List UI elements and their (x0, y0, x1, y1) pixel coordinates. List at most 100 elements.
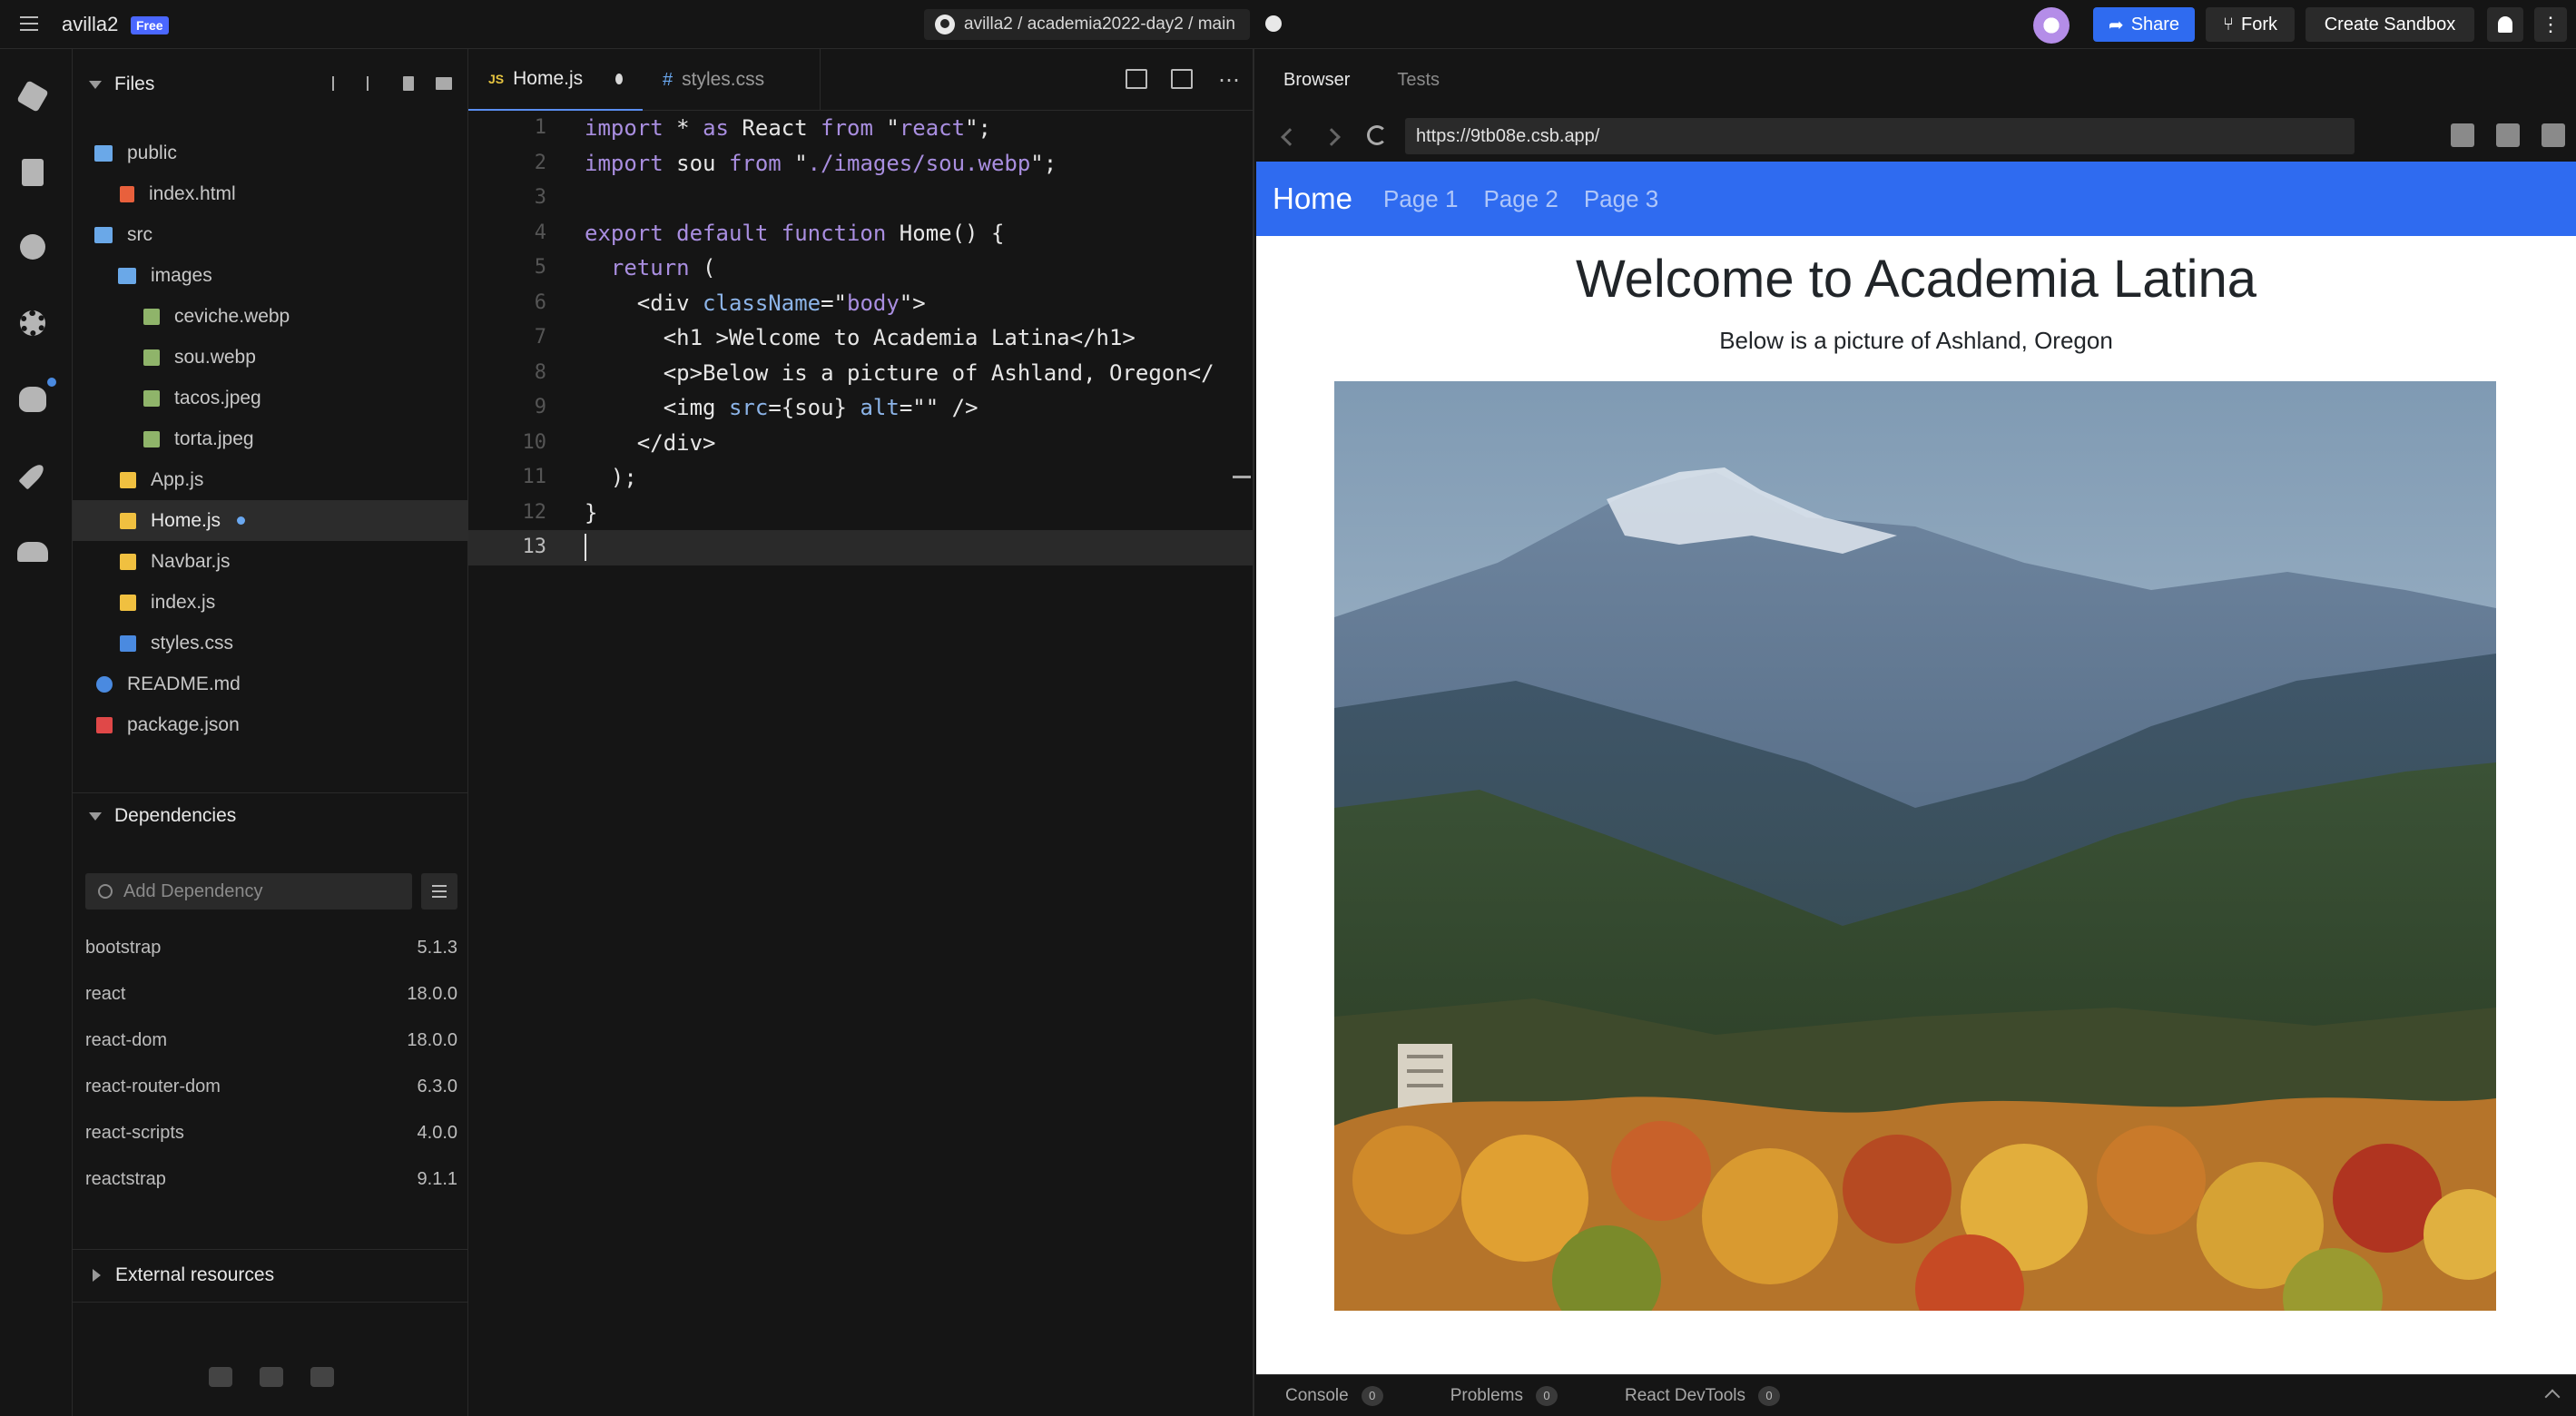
tree-item-ceviche[interactable]: ceviche.webp (73, 296, 468, 337)
sort-up-icon[interactable] (367, 76, 369, 91)
share-button[interactable]: ➦ Share (2093, 7, 2195, 42)
tree-item-src[interactable]: src (73, 214, 468, 255)
users-icon[interactable] (16, 536, 49, 568)
dependency-name: reactstrap (85, 1168, 166, 1189)
add-dependency-input[interactable] (123, 880, 396, 902)
fork-button[interactable]: ⑂ Fork (2206, 7, 2295, 42)
tree-item-label: tacos.jpeg (174, 387, 261, 408)
avatar[interactable] (2033, 7, 2070, 44)
search-icon[interactable] (16, 231, 49, 263)
text-cursor (585, 534, 586, 561)
tree-item-navbar-js[interactable]: Navbar.js (73, 541, 468, 582)
twitter-icon[interactable] (209, 1367, 232, 1387)
gear-icon[interactable] (16, 307, 49, 339)
nav-link-page-3[interactable]: Page 3 (1584, 185, 1658, 213)
forward-icon[interactable] (1322, 128, 1341, 146)
dependency-row[interactable]: react 18.0.0 (85, 976, 457, 1012)
new-folder-icon[interactable] (436, 77, 452, 90)
dependency-version: 18.0.0 (407, 1029, 457, 1050)
menu-icon[interactable] (20, 16, 38, 33)
tree-item-app-js[interactable]: App.js (73, 459, 468, 500)
refresh-icon[interactable] (1367, 125, 1387, 145)
nav-link-page-1[interactable]: Page 1 (1383, 185, 1458, 213)
split-view-icon[interactable] (2542, 123, 2565, 147)
tree-item-label: torta.jpeg (174, 428, 254, 449)
unsaved-indicator[interactable] (615, 74, 623, 84)
url-input[interactable] (1405, 118, 2355, 154)
activity-bar (0, 49, 73, 1416)
tab-console[interactable]: Console 0 (1285, 1385, 1383, 1406)
project-info-icon[interactable] (16, 80, 49, 113)
more-icon[interactable]: ⋯ (1218, 67, 1240, 93)
count-badge: 0 (1535, 1385, 1558, 1406)
discord-icon[interactable] (310, 1367, 334, 1387)
dependency-version: 5.1.3 (417, 937, 457, 958)
tree-item-public[interactable]: public (73, 133, 468, 173)
code-line: 6 <div className="body"> (534, 290, 926, 316)
tree-item-label: index.js (151, 591, 216, 613)
files-section-header[interactable]: Files (73, 64, 468, 105)
repo-path-button[interactable]: avilla2 / academia2022-day2 / main (924, 9, 1250, 40)
dependency-row[interactable]: react-router-dom 6.3.0 (85, 1068, 457, 1105)
back-icon[interactable] (1281, 128, 1299, 146)
tab-browser[interactable]: Browser (1283, 70, 1350, 91)
split-editor-icon[interactable] (1126, 69, 1147, 89)
js-file-icon (120, 471, 136, 488)
workspace-name[interactable]: avilla2 (62, 13, 118, 36)
tree-item-index-html[interactable]: index.html (73, 173, 468, 214)
js-file-icon: JS (488, 72, 505, 86)
chevron-down-icon (89, 811, 102, 821)
share-icon: ➦ (2108, 15, 2124, 35)
open-preview-icon[interactable] (1171, 69, 1193, 89)
tree-item-home-js[interactable]: Home.js (73, 500, 468, 541)
notifications-button[interactable] (2487, 7, 2523, 42)
rocket-icon[interactable] (16, 459, 49, 492)
tree-item-styles-css[interactable]: styles.css (73, 623, 468, 664)
devtools-icon[interactable] (2451, 123, 2474, 147)
social-links (209, 1367, 334, 1387)
code-line: 3 (534, 186, 546, 209)
css-file-icon: # (663, 69, 673, 90)
explorer-icon[interactable] (16, 156, 49, 189)
tab-react-devtools[interactable]: React DevTools 0 (1625, 1385, 1781, 1406)
dependency-row[interactable]: react-scripts 4.0.0 (85, 1115, 457, 1151)
tree-item-torta[interactable]: torta.jpeg (73, 418, 468, 459)
tab-tests[interactable]: Tests (1397, 70, 1440, 91)
tree-item-tacos[interactable]: tacos.jpeg (73, 378, 468, 418)
github-icon[interactable] (16, 383, 49, 416)
external-resources-header[interactable]: External resources (73, 1254, 468, 1296)
scrollbar-marker[interactable] (1233, 476, 1251, 478)
navbar-brand[interactable]: Home (1273, 182, 1352, 216)
code-area[interactable]: 1 import * as React from "react"; 2 import… (468, 111, 1254, 565)
create-sandbox-button[interactable]: Create Sandbox (2306, 7, 2474, 42)
sidebar: Files public index.html src images cevic… (73, 49, 468, 1416)
open-new-window-icon[interactable] (2496, 123, 2520, 147)
dependency-row[interactable]: bootstrap 5.1.3 (85, 929, 457, 966)
add-dependency-field[interactable] (85, 873, 412, 910)
dependency-row[interactable]: react-dom 18.0.0 (85, 1022, 457, 1058)
dependencies-section-header[interactable]: Dependencies (73, 795, 468, 837)
fork-label: Fork (2241, 14, 2277, 34)
tab-styles-css[interactable]: # styles.css (643, 49, 821, 111)
dependency-row[interactable]: reactstrap 9.1.1 (85, 1161, 457, 1197)
dependency-options-button[interactable] (421, 873, 457, 910)
tree-item-images[interactable]: images (73, 255, 468, 296)
folder-icon (118, 267, 136, 284)
info-file-icon (96, 675, 113, 693)
tab-problems[interactable]: Problems 0 (1450, 1385, 1558, 1406)
more-menu-button[interactable]: ⋮ (2534, 7, 2567, 42)
nav-link-page-2[interactable]: Page 2 (1483, 185, 1558, 213)
tree-item-package-json[interactable]: package.json (73, 704, 468, 745)
html-file-icon (120, 185, 134, 202)
tree-item-label: public (127, 142, 177, 163)
chevron-up-icon[interactable] (2544, 1389, 2561, 1405)
tab-home-js[interactable]: JS Home.js (468, 49, 643, 111)
tree-item-readme[interactable]: README.md (73, 664, 468, 704)
tree-item-index-js[interactable]: index.js (73, 582, 468, 623)
github-icon[interactable] (260, 1367, 283, 1387)
tree-item-sou[interactable]: sou.webp (73, 337, 468, 378)
dependency-version: 18.0.0 (407, 983, 457, 1004)
sort-down-icon[interactable] (332, 76, 334, 91)
globe-icon[interactable] (1265, 15, 1282, 32)
new-file-icon[interactable] (403, 76, 414, 91)
